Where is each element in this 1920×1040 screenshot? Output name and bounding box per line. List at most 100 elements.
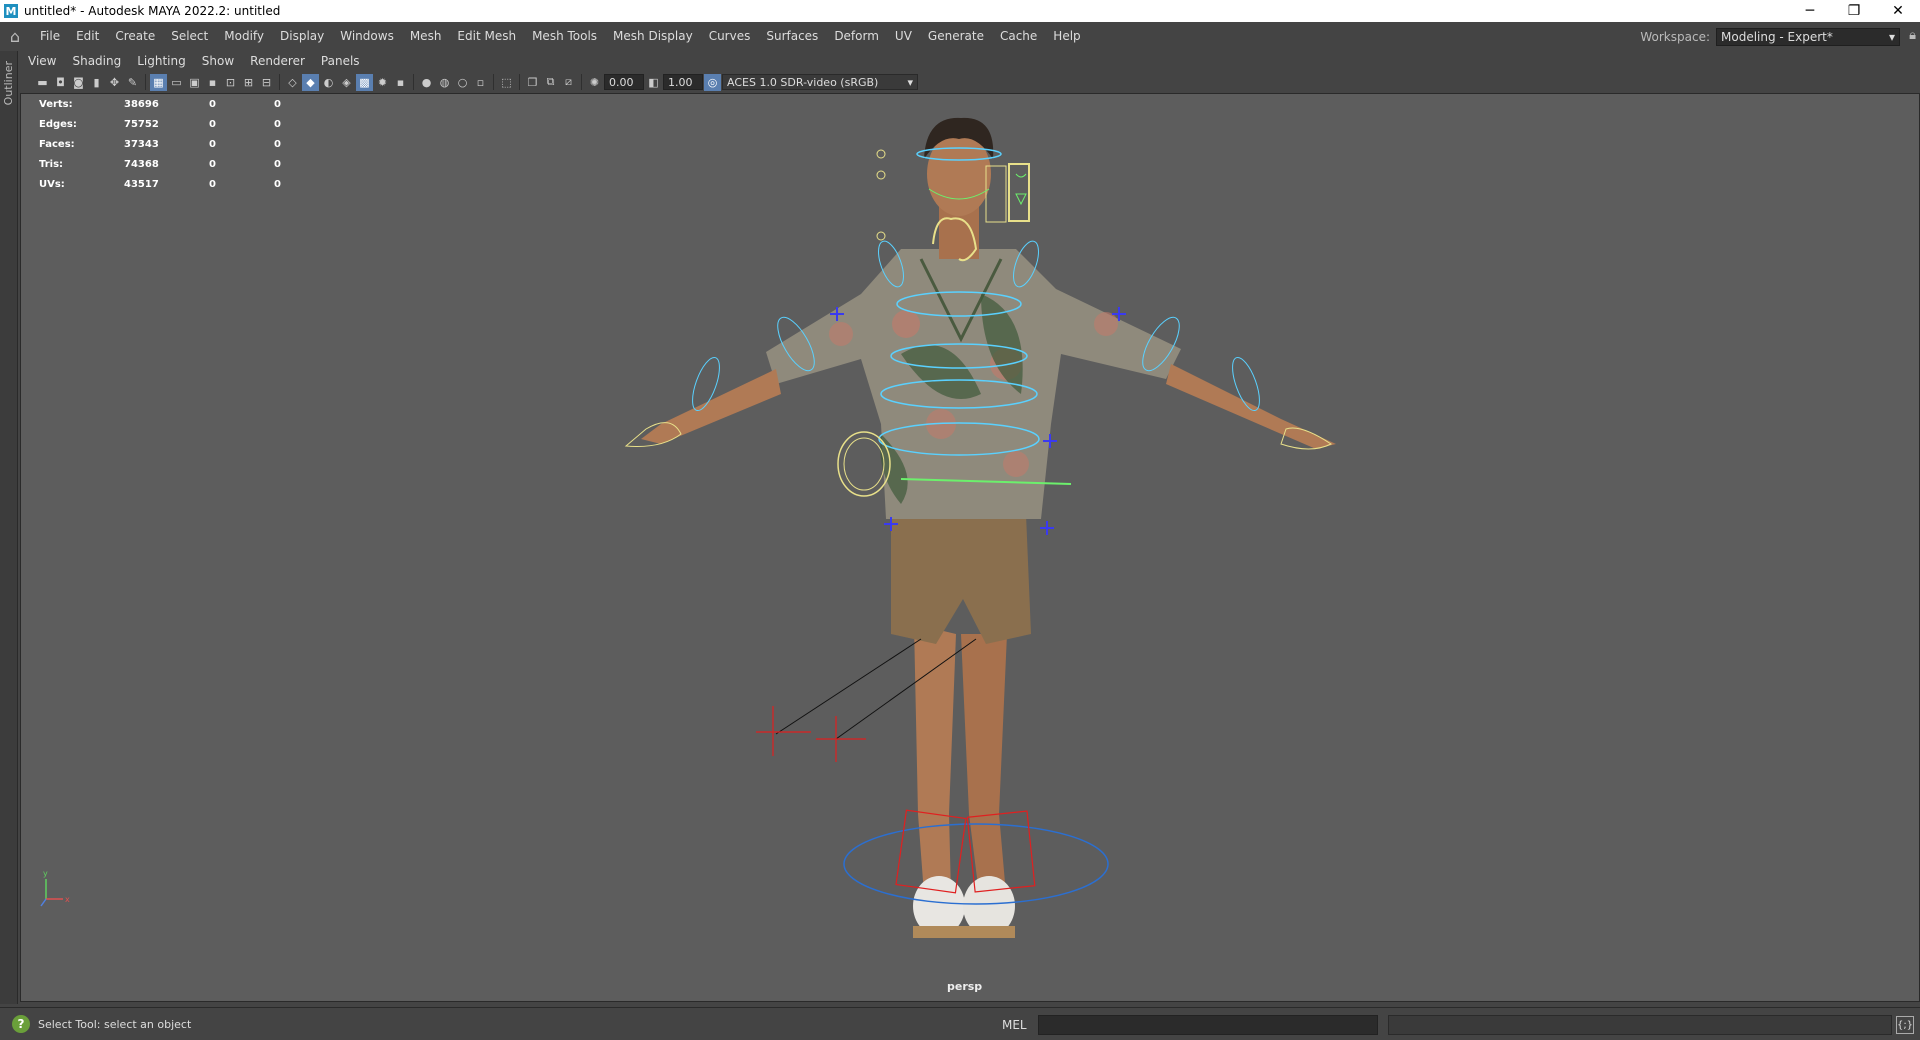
resolution-gate-icon[interactable]: ▣ — [186, 74, 203, 91]
hud-value: 0 — [209, 98, 216, 110]
xray-active-icon[interactable]: ⧄ — [560, 74, 577, 91]
panel-menubar: View Shading Lighting Show Renderer Pane… — [20, 51, 1920, 71]
menu-windows[interactable]: Windows — [332, 22, 402, 51]
chevron-down-icon: ▾ — [1888, 29, 1895, 44]
pole-vector-controls[interactable] — [756, 706, 866, 762]
wireframe-on-shaded-icon[interactable]: ◈ — [338, 74, 355, 91]
camera-icon[interactable]: ▬ — [34, 74, 51, 91]
hud-value: 0 — [209, 158, 216, 170]
menu-modify[interactable]: Modify — [216, 22, 272, 51]
axis-y-label: y — [43, 869, 48, 878]
panel-menu-view[interactable]: View — [20, 54, 64, 68]
gamma-icon[interactable]: ◧ — [645, 74, 662, 91]
restore-button[interactable]: ❐ — [1832, 0, 1876, 22]
perspective-viewport[interactable]: x y Verts: 38696 0 0 Edges: 75752 0 0 Fa… — [20, 93, 1920, 1002]
hud-value: 0 — [209, 118, 216, 130]
hud-value: 43517 — [124, 178, 159, 190]
view-transform-dropdown[interactable]: ACES 1.0 SDR-video (sRGB) ▾ — [722, 74, 918, 90]
hud-value: 0 — [274, 138, 281, 150]
panel-menu-renderer[interactable]: Renderer — [242, 54, 313, 68]
image-plane-icon[interactable]: ✥ — [106, 74, 123, 91]
menu-mesh-tools[interactable]: Mesh Tools — [524, 22, 605, 51]
hud-value: 0 — [274, 178, 281, 190]
color-management-icon[interactable]: ◎ — [704, 73, 721, 91]
field-chart-icon[interactable]: ⊡ — [222, 74, 239, 91]
exposure-field[interactable]: 0.00 — [604, 74, 644, 90]
wireframe-icon[interactable]: ◇ — [284, 74, 301, 91]
menu-mesh[interactable]: Mesh — [402, 22, 450, 51]
shadows-icon[interactable]: ▪ — [392, 74, 409, 91]
menu-cache[interactable]: Cache — [992, 22, 1045, 51]
scene-canvas[interactable]: x y — [21, 94, 1920, 1002]
grease-pencil-icon[interactable]: ✎ — [124, 74, 141, 91]
camera-bookmark-icon[interactable]: ◙ — [70, 74, 87, 91]
exposure-icon[interactable]: ✺ — [586, 74, 603, 91]
mel-command-input[interactable] — [1038, 1015, 1378, 1035]
script-editor-icon[interactable]: {;} — [1896, 1016, 1914, 1034]
bookmark-icon[interactable]: ▮ — [88, 74, 105, 91]
menu-generate[interactable]: Generate — [920, 22, 992, 51]
menu-deform[interactable]: Deform — [826, 22, 887, 51]
menu-create[interactable]: Create — [107, 22, 163, 51]
menu-curves[interactable]: Curves — [701, 22, 759, 51]
hud-value: 0 — [209, 178, 216, 190]
menu-help[interactable]: Help — [1045, 22, 1088, 51]
menu-edit[interactable]: Edit — [68, 22, 107, 51]
toolbar-separator — [145, 74, 146, 90]
home-icon[interactable]: ⌂ — [2, 24, 28, 50]
toolbar-separator — [279, 74, 280, 90]
gate-mask-icon[interactable]: ▪ — [204, 74, 221, 91]
isolate-select-icon[interactable]: ⬚ — [498, 74, 515, 91]
xray-icon[interactable]: ❐ — [524, 74, 541, 91]
motion-blur-icon[interactable]: ◍ — [436, 74, 453, 91]
hud-row: Verts: 38696 0 0 — [39, 94, 294, 114]
smooth-shade-icon[interactable]: ◆ — [302, 73, 319, 91]
lights-icon[interactable]: ✹ — [374, 74, 391, 91]
close-button[interactable]: ✕ — [1876, 0, 1920, 22]
menu-edit-mesh[interactable]: Edit Mesh — [449, 22, 524, 51]
panel-toolbar: ▬ ◘ ◙ ▮ ✥ ✎ ▦ ▭ ▣ ▪ ⊡ ⊞ ⊟ ◇ ◆ ◐ ◈ ▩ ✹ ▪ … — [20, 71, 1920, 93]
hud-value: 0 — [274, 98, 281, 110]
depth-of-field-icon[interactable]: ▫ — [472, 74, 489, 91]
toolbar-separator — [413, 74, 414, 90]
chevron-down-icon: ▾ — [907, 75, 913, 89]
hud-label: Tris: — [39, 158, 64, 170]
title-bar: M untitled* - Autodesk MAYA 2022.2: unti… — [0, 0, 1920, 22]
safe-title-icon[interactable]: ⊟ — [258, 74, 275, 91]
menu-select[interactable]: Select — [163, 22, 216, 51]
xray-joints-icon[interactable]: ⧉ — [542, 74, 559, 91]
menu-file[interactable]: File — [32, 22, 68, 51]
help-icon: ? — [12, 1015, 30, 1033]
menu-surfaces[interactable]: Surfaces — [758, 22, 826, 51]
hud-label: Verts: — [39, 98, 73, 110]
gamma-field[interactable]: 1.00 — [663, 74, 703, 90]
menu-uv[interactable]: UV — [887, 22, 920, 51]
outliner-tab[interactable]: Outliner — [0, 51, 18, 1004]
grid-icon[interactable]: ▦ — [150, 73, 167, 91]
menu-mesh-display[interactable]: Mesh Display — [605, 22, 701, 51]
panel-menu-show[interactable]: Show — [194, 54, 242, 68]
outliner-label: Outliner — [2, 61, 15, 106]
workspace-dropdown[interactable]: Modeling - Expert* ▾ — [1716, 27, 1900, 46]
film-gate-icon[interactable]: ▭ — [168, 74, 185, 91]
mel-label[interactable]: MEL — [1002, 1008, 1027, 1040]
textured-icon[interactable]: ▩ — [356, 73, 373, 91]
lock-icon[interactable]: 🔒︎ — [1909, 28, 1916, 43]
panel-menu-shading[interactable]: Shading — [64, 54, 129, 68]
panel-menu-lighting[interactable]: Lighting — [129, 54, 194, 68]
maya-logo-icon: M — [4, 4, 18, 18]
safe-action-icon[interactable]: ⊞ — [240, 74, 257, 91]
camera-attributes-icon[interactable]: ◘ — [52, 74, 69, 91]
screen-space-ao-icon[interactable]: ● — [418, 74, 435, 91]
hud-label: UVs: — [39, 178, 65, 190]
anti-aliasing-icon[interactable]: ○ — [454, 74, 471, 91]
main-menubar: ⌂ File Edit Create Select Modify Display… — [0, 22, 1920, 51]
menu-display[interactable]: Display — [272, 22, 332, 51]
default-material-icon[interactable]: ◐ — [320, 74, 337, 91]
toolbar-separator — [493, 74, 494, 90]
window-controls: ─ ❐ ✕ — [1788, 0, 1920, 22]
hud-value: 0 — [274, 158, 281, 170]
window-title: untitled* - Autodesk MAYA 2022.2: untitl… — [24, 4, 281, 18]
panel-menu-panels[interactable]: Panels — [313, 54, 368, 68]
minimize-button[interactable]: ─ — [1788, 0, 1832, 22]
